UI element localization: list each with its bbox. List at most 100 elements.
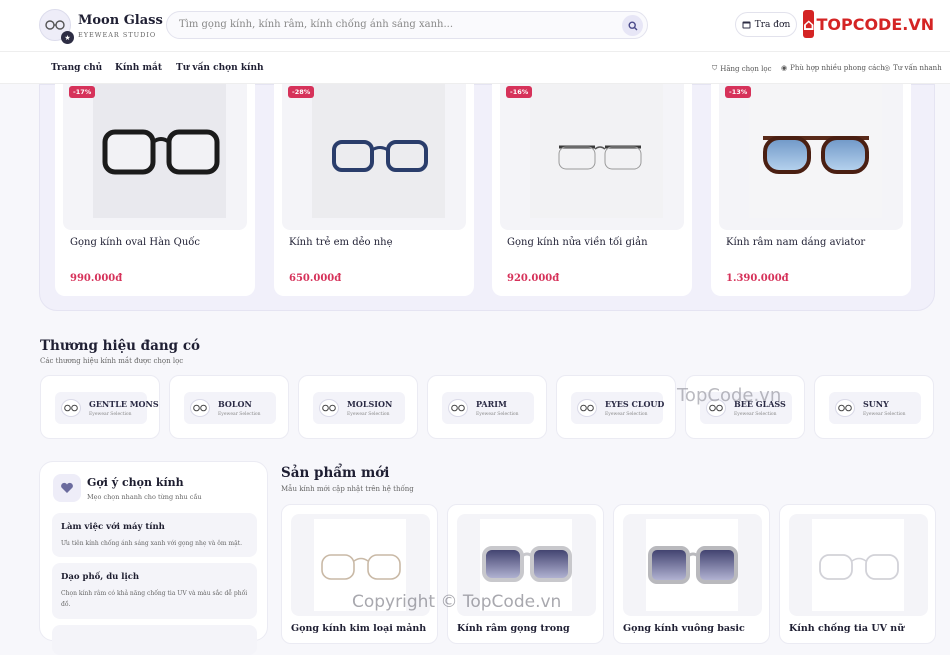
glasses-icon — [448, 399, 468, 417]
brand-card[interactable]: EYES CLOUD Eyewear Selection — [556, 375, 676, 439]
tip-title: Dạo phố, du lịch — [61, 572, 140, 582]
product-name[interactable]: Gọng kính nửa viền tối giản — [507, 237, 648, 248]
tip-title: Làm việc với máy tính — [61, 522, 165, 532]
search-placeholder: Tìm gọng kính, kính râm, kính chống ánh … — [179, 19, 454, 30]
glasses-icon — [190, 399, 210, 417]
brand-sub: Eyewear Selection — [347, 412, 390, 417]
glasses-icon — [835, 399, 855, 417]
product-card[interactable]: -13% Kính râm nam dáng aviator 1.390.000… — [711, 84, 911, 296]
product-name[interactable]: Kính chống tia UV nữ — [789, 623, 904, 634]
brand-name: PARIM — [476, 399, 507, 409]
product-name[interactable]: Kính râm gọng trong — [457, 623, 570, 634]
half-rim-glasses-image — [558, 145, 642, 170]
brand-card[interactable]: PARIM Eyewear Selection — [427, 375, 547, 439]
new-product-card[interactable]: Kính chống tia UV nữ — [779, 504, 936, 644]
badge-label: Phù hợp nhiều phong cách — [790, 64, 885, 72]
brand-sub: Eyewear Selection — [605, 412, 648, 417]
brand-name[interactable]: Moon Glass — [78, 13, 163, 28]
brand-sub: Eyewear Selection — [476, 412, 519, 417]
brand-sub: Eyewear Selection — [734, 412, 777, 417]
brand-chip[interactable]: SUNY Eyewear Selection — [829, 392, 921, 424]
brand-chip[interactable]: BOLON Eyewear Selection — [184, 392, 276, 424]
brand-chip[interactable]: PARIM Eyewear Selection — [442, 392, 534, 424]
advice-tip[interactable]: Dạo phố, du lịch Chọn kính râm có khả nă… — [52, 563, 257, 619]
search-icon — [627, 20, 637, 30]
star-icon: ★ — [61, 31, 74, 44]
badge-label: Hãng chọn lọc — [720, 64, 772, 73]
support-icon: ◎ — [884, 64, 891, 72]
product-image[interactable] — [623, 514, 762, 616]
glasses-icon — [45, 20, 65, 30]
nav-consulting[interactable]: Tư vấn chọn kính — [176, 63, 264, 73]
advice-tip[interactable]: Làm việc với máy tính Ưu tiên kính chống… — [52, 513, 257, 557]
square-glasses-image — [648, 546, 738, 584]
product-card[interactable]: -17% Gọng kính oval Hàn Quốc 990.000đ — [55, 84, 255, 296]
product-card[interactable]: -28% Kính trẻ em dẻo nhẹ 650.000đ — [274, 84, 474, 296]
discount-badge: -13% — [725, 86, 752, 98]
brand-chip[interactable]: EYES CLOUD Eyewear Selection — [571, 392, 665, 424]
product-image[interactable] — [789, 514, 928, 616]
brand-card[interactable]: SUNY Eyewear Selection — [814, 375, 934, 439]
main-nav: Trang chủ Kính mắt Tư vấn chọn kính ⛉ Hãn… — [0, 52, 950, 84]
brand-card[interactable]: MOLSION Eyewear Selection — [298, 375, 418, 439]
glasses-icon — [61, 399, 81, 417]
product-name[interactable]: Gọng kính vuông basic — [623, 623, 745, 634]
watermark-text: TopCode.vn — [677, 385, 782, 406]
brand-name: BOLON — [218, 399, 252, 409]
new-products-title: Sản phẩm mới — [281, 465, 390, 481]
badge-selected-brands: ⛉ Hãng chọn lọc — [712, 64, 772, 73]
badge-styles: ◉ Phù hợp nhiều phong cách — [781, 64, 885, 72]
tip-desc: Ưu tiên kính chống ánh sáng xanh với gọn… — [61, 540, 243, 547]
calendar-icon — [742, 21, 751, 29]
nav-eyeglasses[interactable]: Kính mắt — [115, 63, 162, 73]
brand-chip[interactable]: GENTLE MONS Eyewear Selection — [55, 392, 159, 424]
brand-tagline: EYEWEAR STUDIO — [78, 31, 157, 39]
brand-card[interactable]: BOLON Eyewear Selection — [169, 375, 289, 439]
badge-label: Tư vấn nhanh — [893, 64, 942, 72]
topcode-logo-icon: ⌂ — [803, 10, 815, 38]
product-name[interactable]: Kính trẻ em dẻo nhẹ — [289, 237, 393, 248]
brand-card[interactable]: GENTLE MONS Eyewear Selection — [40, 375, 160, 439]
search-input[interactable]: Tìm gọng kính, kính râm, kính chống ánh … — [166, 11, 648, 39]
advice-title: Gợi ý chọn kính — [87, 476, 184, 489]
metal-glasses-image — [321, 554, 401, 580]
product-name[interactable]: Gọng kính oval Hàn Quốc — [70, 237, 200, 248]
product-price: 990.000đ — [70, 273, 123, 284]
shield-icon: ⛉ — [712, 64, 718, 72]
sunglasses-clear-frame-image — [482, 546, 572, 582]
site-header: ★ Moon Glass EYEWEAR STUDIO Tìm gọng kín… — [0, 0, 950, 52]
order-lookup-button[interactable]: Tra đơn — [735, 12, 797, 37]
nav-home[interactable]: Trang chủ — [51, 63, 102, 73]
search-button[interactable] — [622, 15, 643, 36]
new-products-subtitle: Mẫu kính mới cập nhật trên hệ thống — [281, 485, 414, 493]
brand-chip[interactable]: MOLSION Eyewear Selection — [313, 392, 405, 424]
tip-desc: Chọn kính râm có khả năng chống tia UV v… — [61, 590, 248, 608]
product-card[interactable]: -16% Gọng kính nửa viền tối giản 920.000… — [492, 84, 692, 296]
product-image[interactable]: -28% — [282, 84, 466, 230]
aviator-sunglasses-image — [763, 136, 869, 174]
brand-sub: Eyewear Selection — [89, 412, 132, 417]
topcode-logo-text: TOPCODE.VN — [816, 14, 935, 34]
new-product-card[interactable]: Gọng kính vuông basic — [613, 504, 770, 644]
advice-subtitle: Mẹo chọn nhanh cho từng nhu cầu — [87, 493, 202, 501]
product-price: 650.000đ — [289, 273, 342, 284]
product-price: 1.390.000đ — [726, 273, 789, 284]
product-image[interactable]: -17% — [63, 84, 247, 230]
product-price: 920.000đ — [507, 273, 560, 284]
new-product-card[interactable]: Gọng kính kim loại mảnh — [281, 504, 438, 644]
product-name[interactable]: Gọng kính kim loại mảnh — [291, 623, 426, 634]
badge-fast-advice: ◎ Tư vấn nhanh — [884, 64, 942, 72]
advice-tip[interactable] — [52, 625, 257, 655]
advice-panel: Gợi ý chọn kính Mẹo chọn nhanh cho từng … — [39, 461, 268, 655]
discount-badge: -28% — [288, 86, 315, 98]
heart-icon — [53, 474, 81, 502]
product-image[interactable]: -16% — [500, 84, 684, 230]
new-product-card[interactable]: Kính râm gọng trong — [447, 504, 604, 644]
discount-badge: -16% — [506, 86, 533, 98]
brand-name: EYES CLOUD — [605, 399, 665, 409]
brand-sub: Eyewear Selection — [218, 412, 261, 417]
product-image[interactable]: -13% — [719, 84, 903, 230]
kids-glasses-image — [332, 140, 428, 172]
eyeglasses-image — [102, 129, 220, 175]
product-name[interactable]: Kính râm nam dáng aviator — [726, 237, 865, 248]
